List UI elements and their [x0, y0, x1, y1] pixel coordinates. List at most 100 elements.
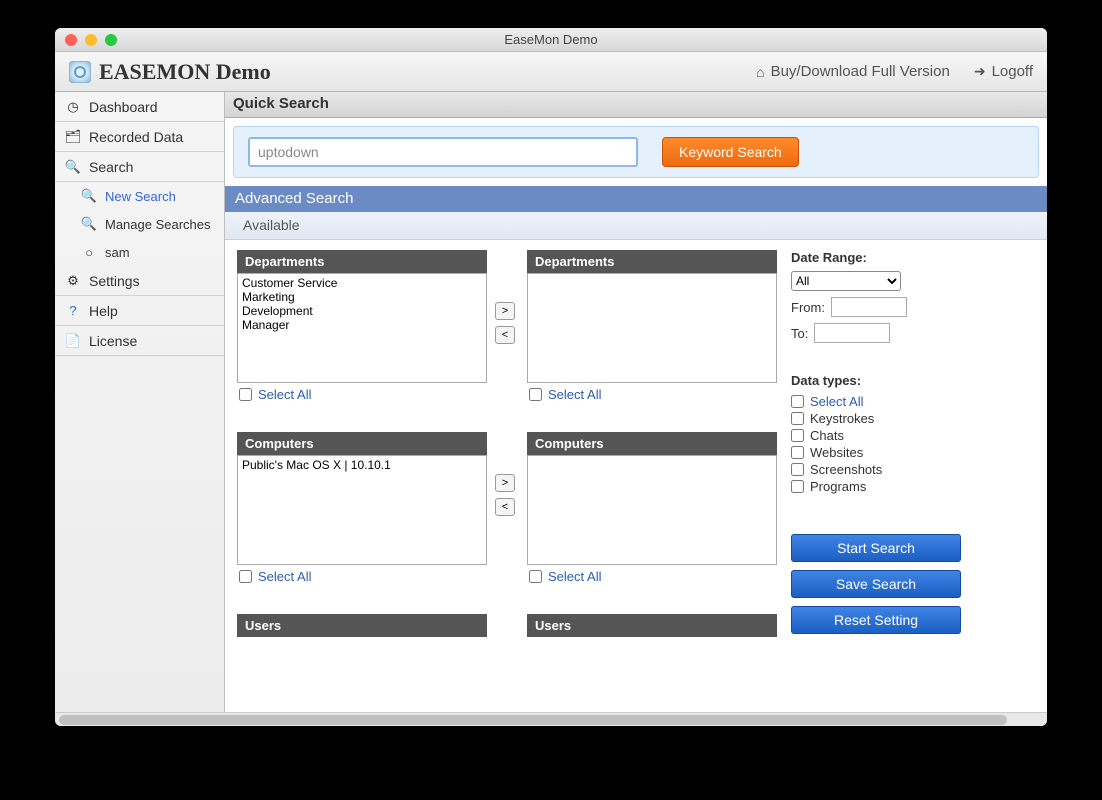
departments-add-button[interactable]: > — [495, 302, 515, 320]
reset-setting-button[interactable]: Reset Setting — [791, 606, 961, 634]
computers-selected-listbox[interactable] — [527, 455, 777, 565]
sidebar-item-saved-search[interactable]: ○ sam — [55, 238, 224, 266]
sidebar-item-new-search[interactable]: 🔍 New Search — [55, 182, 224, 210]
sidebar: ◷ Dashboard 🗂 Recorded Data 🔍 Search 🔍 N… — [55, 92, 225, 712]
buy-link[interactable]: ⌂ Buy/Download Full Version — [756, 63, 950, 80]
app-name: EASEMON Demo — [99, 59, 271, 85]
dt-programs-checkbox[interactable] — [791, 480, 804, 493]
list-item[interactable]: Manager — [242, 318, 482, 332]
departments-remove-button[interactable]: < — [495, 326, 515, 344]
computers-available: Computers Public's Mac OS X | 10.10.1 Se… — [237, 432, 487, 588]
horizontal-scrollbar[interactable] — [55, 712, 1047, 726]
sidebar-item-label: New Search — [105, 189, 176, 204]
dt-keystrokes-checkbox[interactable] — [791, 412, 804, 425]
quick-search-title: Quick Search — [225, 92, 1047, 118]
dt-item-label: Keystrokes — [810, 411, 874, 426]
save-search-button[interactable]: Save Search — [791, 570, 961, 598]
gear-icon: ⚙ — [65, 273, 81, 289]
sidebar-item-help[interactable]: ? Help — [55, 296, 224, 326]
sidebar-item-label: Search — [89, 159, 133, 175]
dt-item-label: Screenshots — [810, 462, 882, 477]
departments-header: Departments — [237, 250, 487, 273]
start-search-button[interactable]: Start Search — [791, 534, 961, 562]
home-icon: ⌂ — [756, 64, 764, 80]
dt-websites-checkbox[interactable] — [791, 446, 804, 459]
computers-header: Computers — [237, 432, 487, 455]
gauge-icon: ◷ — [65, 99, 81, 115]
keyword-search-button[interactable]: Keyword Search — [662, 137, 799, 167]
computers-sel-selectall-link[interactable]: Select All — [548, 569, 601, 584]
computers-listbox[interactable]: Public's Mac OS X | 10.10.1 — [237, 455, 487, 565]
sidebar-item-manage-searches[interactable]: 🔍 Manage Searches — [55, 210, 224, 238]
users-header: Users — [237, 614, 487, 637]
departments-available: Departments Customer Service Marketing D… — [237, 250, 487, 406]
help-icon: ? — [65, 303, 81, 319]
departments-selectall-checkbox[interactable] — [239, 388, 252, 401]
users-available: Users — [237, 614, 487, 637]
license-icon: 📄 — [65, 333, 81, 349]
sidebar-item-label: Recorded Data — [89, 129, 183, 145]
list-item[interactable]: Marketing — [242, 290, 482, 304]
departments-selected-listbox[interactable] — [527, 273, 777, 383]
departments-selected: Departments Select All — [527, 250, 777, 406]
sidebar-item-label: sam — [105, 245, 130, 260]
date-range-select[interactable]: All — [791, 271, 901, 291]
filters-panel: Date Range: All From: To: Data types: — [791, 250, 981, 702]
departments-sel-selectall-checkbox[interactable] — [529, 388, 542, 401]
departments-sel-selectall-link[interactable]: Select All — [548, 387, 601, 402]
computers-sel-selectall-checkbox[interactable] — [529, 570, 542, 583]
departments-header: Departments — [527, 250, 777, 273]
app-window: EaseMon Demo EASEMON Demo ⌂ Buy/Download… — [55, 28, 1047, 726]
sidebar-item-dashboard[interactable]: ◷ Dashboard — [55, 92, 224, 122]
users-selected: Users — [527, 614, 777, 637]
sidebar-item-license[interactable]: 📄 License — [55, 326, 224, 356]
departments-listbox[interactable]: Customer Service Marketing Development M… — [237, 273, 487, 383]
list-item[interactable]: Public's Mac OS X | 10.10.1 — [242, 458, 482, 472]
logoff-link-label: Logoff — [992, 63, 1033, 80]
computers-selected: Computers Select All — [527, 432, 777, 588]
from-input[interactable] — [831, 297, 907, 317]
computers-add-button[interactable]: > — [495, 474, 515, 492]
keyword-input[interactable] — [248, 137, 638, 167]
search-icon: 🔍 — [81, 188, 97, 204]
to-input[interactable] — [814, 323, 890, 343]
buy-link-label: Buy/Download Full Version — [771, 63, 950, 80]
main-panel: Quick Search Keyword Search Advanced Sea… — [225, 92, 1047, 712]
app-logo-icon — [69, 61, 91, 83]
magnifier-icon: 🔍 — [65, 159, 81, 175]
dt-item-label: Chats — [810, 428, 844, 443]
sidebar-item-label: Help — [89, 303, 118, 319]
sidebar-item-label: Manage Searches — [105, 217, 211, 232]
sidebar-item-label: Settings — [89, 273, 140, 289]
sidebar-item-recorded[interactable]: 🗂 Recorded Data — [55, 122, 224, 152]
computers-remove-button[interactable]: < — [495, 498, 515, 516]
computers-selectall-checkbox[interactable] — [239, 570, 252, 583]
sidebar-item-settings[interactable]: ⚙ Settings — [55, 266, 224, 296]
titlebar: EaseMon Demo — [55, 28, 1047, 52]
dt-chats-checkbox[interactable] — [791, 429, 804, 442]
departments-selectall-link[interactable]: Select All — [258, 387, 311, 402]
from-label: From: — [791, 300, 825, 315]
computers-selectall-link[interactable]: Select All — [258, 569, 311, 584]
logoff-link[interactable]: ➜ Logoff — [974, 63, 1033, 80]
data-types-label: Data types: — [791, 373, 981, 388]
logout-icon: ➜ — [974, 63, 986, 80]
sidebar-item-label: License — [89, 333, 137, 349]
sidebar-item-search[interactable]: 🔍 Search — [55, 152, 224, 182]
list-item[interactable]: Development — [242, 304, 482, 318]
quick-search-bar: Keyword Search — [233, 126, 1039, 178]
header-bar: EASEMON Demo ⌂ Buy/Download Full Version… — [55, 52, 1047, 92]
date-range-label: Date Range: — [791, 250, 981, 265]
list-item[interactable]: Customer Service — [242, 276, 482, 290]
advanced-search-title: Advanced Search — [225, 186, 1047, 212]
dt-selectall-link[interactable]: Select All — [810, 394, 863, 409]
search-icon: 🔍 — [81, 216, 97, 232]
dt-item-label: Websites — [810, 445, 863, 460]
available-header: Available — [225, 212, 1047, 240]
sidebar-item-label: Dashboard — [89, 99, 158, 115]
dt-selectall-checkbox[interactable] — [791, 395, 804, 408]
dt-item-label: Programs — [810, 479, 866, 494]
dt-screenshots-checkbox[interactable] — [791, 463, 804, 476]
folder-icon: 🗂 — [65, 129, 81, 145]
to-label: To: — [791, 326, 808, 341]
